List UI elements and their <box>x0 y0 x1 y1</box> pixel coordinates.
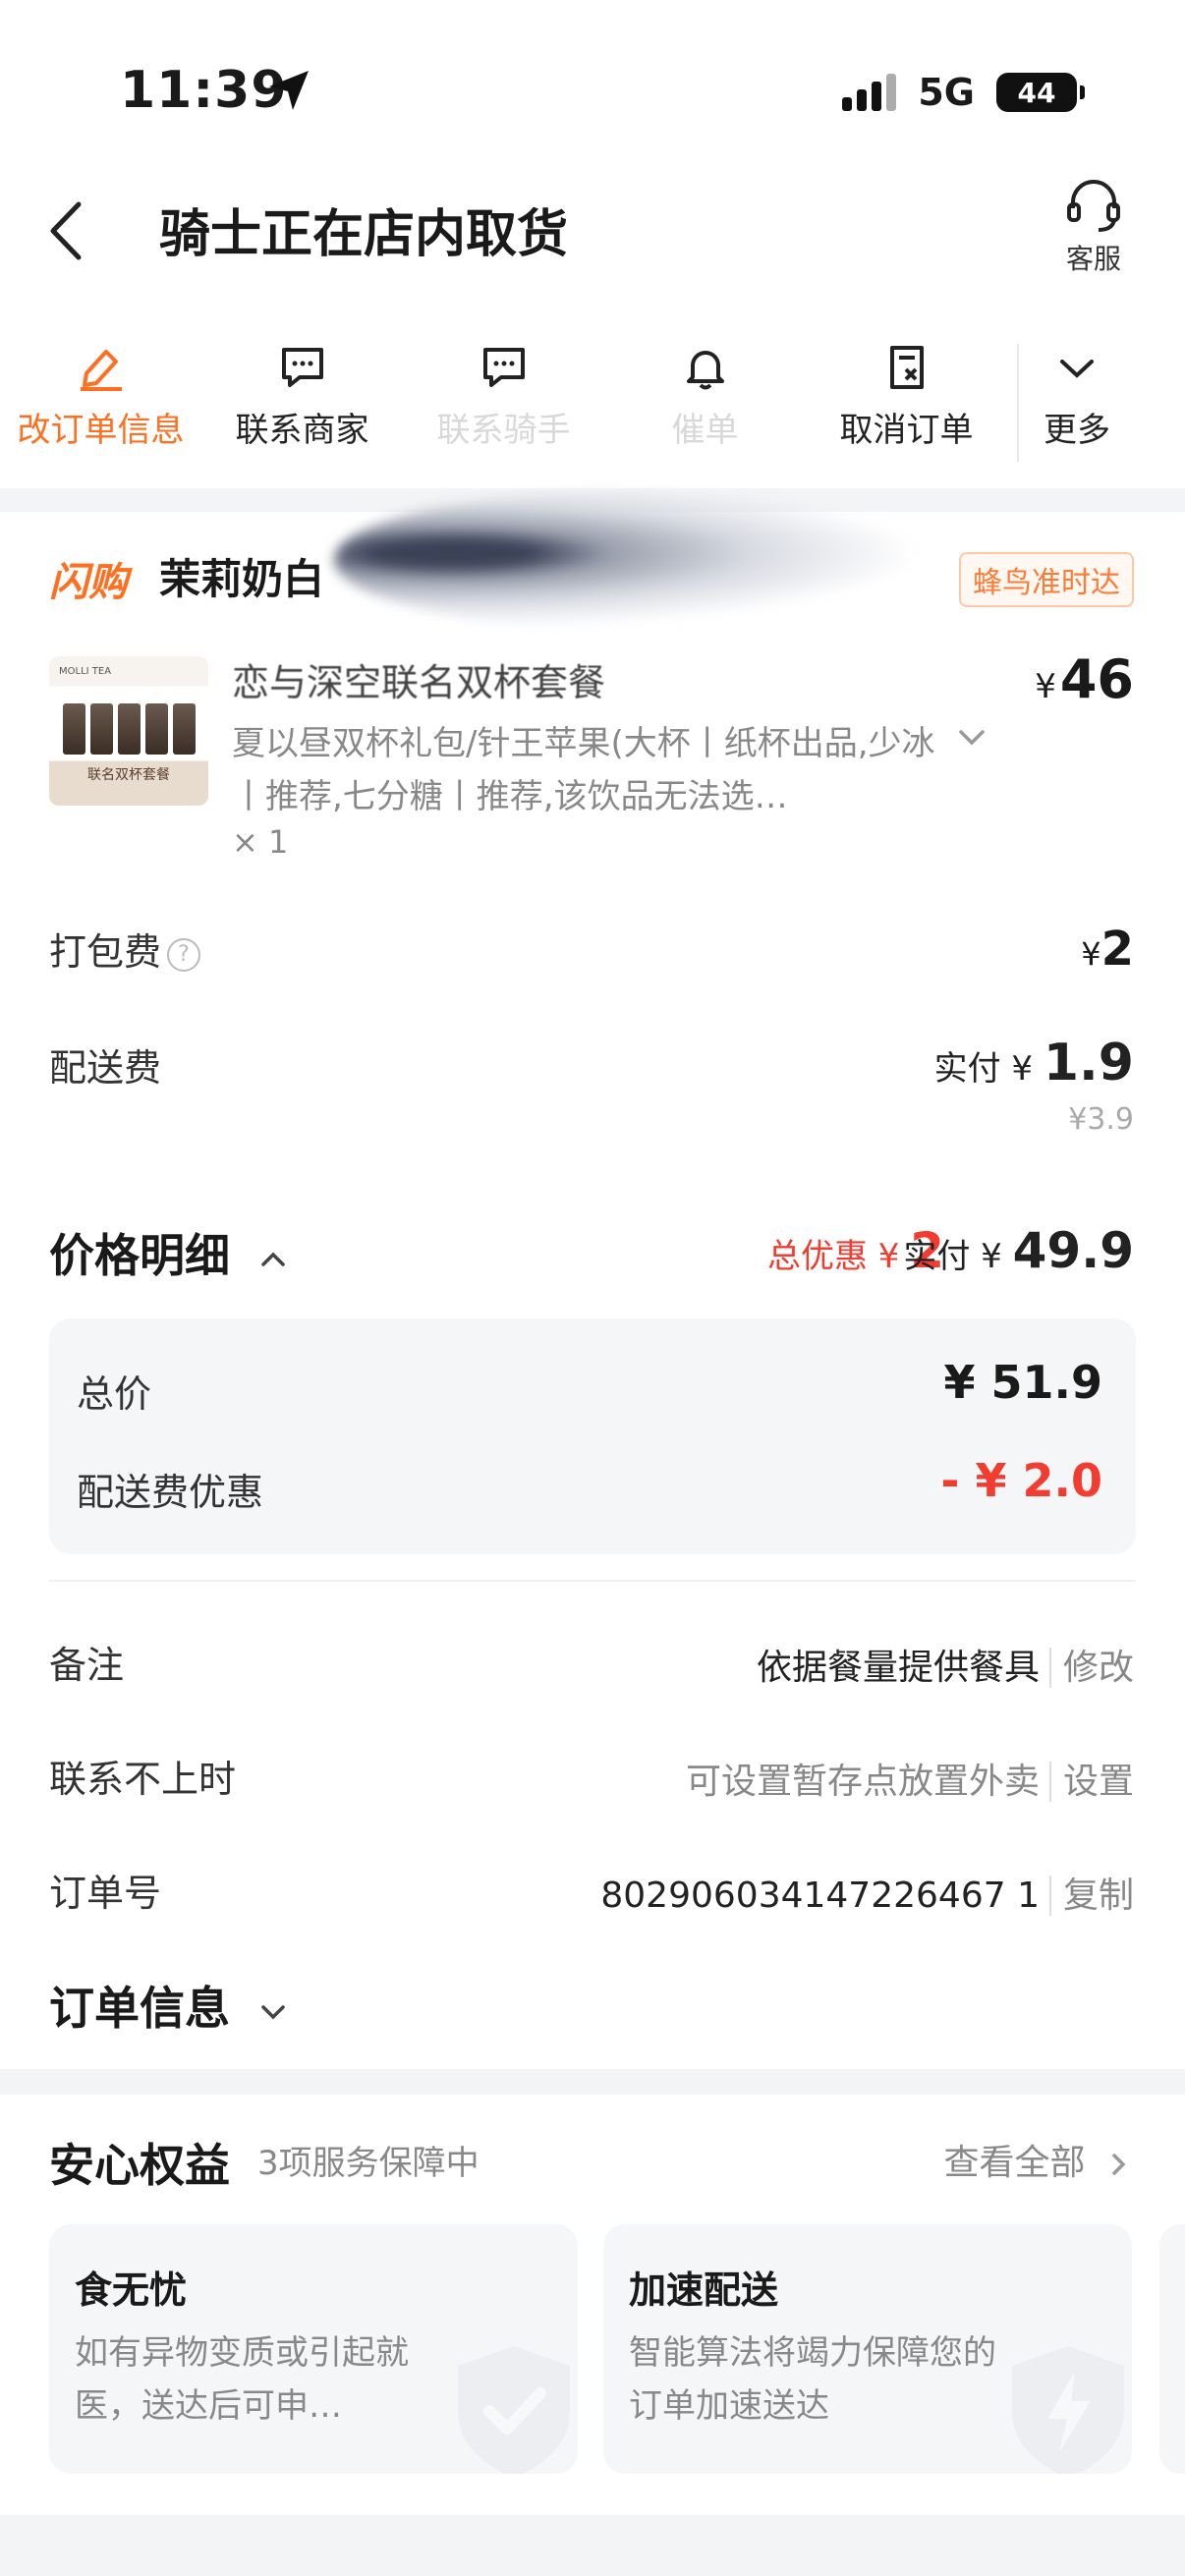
edit-note-link[interactable]: 修改 <box>1048 1648 1134 1688</box>
price-breakdown-panel <box>49 1318 1136 1554</box>
order-action-bar: 改订单信息 联系商家 联系骑手 催单 取消订单 更多 <box>0 344 1185 462</box>
guarantee-title: 安心权益 <box>49 2139 230 2192</box>
product-spec: 夏以昼双杯礼包/针王苹果(大杯丨纸杯出品,少冰丨推荐,七分糖丨推荐,该饮品无法选… <box>232 724 935 816</box>
network-type: 5G <box>918 71 975 114</box>
order-info-toggle[interactable]: 订单信息 <box>49 1973 293 2038</box>
contact-merchant-button[interactable]: 联系商家 <box>201 344 403 462</box>
product-price-value: 46 <box>1059 648 1134 710</box>
order-number-row-value: 802906034147226467 1 复制 <box>600 1867 1134 1918</box>
delivery-discount-label: 配送费优惠 <box>77 1471 264 1514</box>
guarantee-card-desc: 如有异物变质或引起就医，送达后可申… <box>75 2333 409 2426</box>
delivery-discount-value: - ¥ 2.0 <box>940 1454 1102 1507</box>
back-arrow-icon[interactable] <box>41 196 100 265</box>
headset-icon <box>1067 180 1120 232</box>
contact-merchant-label: 联系商家 <box>235 411 369 450</box>
order-number-value: 802906034147226467 1 <box>600 1876 1040 1916</box>
guarantee-subtitle: 3项服务保障中 <box>257 2144 480 2183</box>
more-button[interactable]: 更多 <box>1017 344 1135 462</box>
unreachable-row-value: 可设置暂存点放置外卖 设置 <box>686 1753 1134 1804</box>
chat-icon <box>281 348 323 387</box>
expand-spec-icon[interactable] <box>955 723 988 753</box>
total-price-value: ¥ 51.9 <box>943 1356 1102 1409</box>
urge-order-label: 催单 <box>671 411 739 450</box>
total-discount-label: 总优惠 <box>766 1237 868 1276</box>
chat-icon <box>482 348 525 387</box>
delivery-paid-prefix: 实付 <box>933 1049 1001 1089</box>
chevron-right-icon <box>1112 2154 1126 2175</box>
total-paid-label: 实付 <box>903 1237 971 1276</box>
battery-icon: 44 <box>996 73 1085 112</box>
note-label: 备注 <box>49 1644 125 1687</box>
guarantee-card-title: 食无忧 <box>75 2268 188 2312</box>
page-title: 骑士正在店内取货 <box>159 205 569 264</box>
product-quantity: × 1 <box>232 823 289 861</box>
unreachable-value: 可设置暂存点放置外卖 <box>685 1762 1040 1802</box>
edit-icon <box>80 350 122 391</box>
guarantee-card-peek[interactable] <box>1159 2224 1185 2474</box>
signal-icon <box>842 74 897 111</box>
customer-service-label: 客服 <box>1065 243 1121 275</box>
order-info-title: 订单信息 <box>49 1982 230 2035</box>
chevron-down-icon <box>261 2004 285 2019</box>
unreachable-label: 联系不上时 <box>49 1758 237 1801</box>
packing-fee-amount: 2 <box>1100 922 1134 977</box>
shield-check-icon <box>458 2346 570 2474</box>
cups-image <box>63 703 196 755</box>
cancel-order-button[interactable]: 取消订单 <box>806 344 1007 462</box>
cancel-order-label: 取消订单 <box>839 411 974 450</box>
guarantee-card-speed[interactable]: 加速配送 智能算法将竭力保障您的订单加速送达 <box>603 2224 1132 2474</box>
more-label: 更多 <box>1044 411 1110 450</box>
note-value: 依据餐量提供餐具 <box>756 1648 1040 1688</box>
guarantee-card-food[interactable]: 食无忧 如有异物变质或引起就医，送达后可申… <box>49 2224 578 2474</box>
price-detail-toggle[interactable]: 价格明细 <box>49 1220 293 1285</box>
contact-rider-label: 联系骑手 <box>436 411 571 450</box>
shangou-brand-logo: 闪购 <box>49 560 128 605</box>
packing-fee-value: ¥2 <box>1081 922 1134 977</box>
total-price-label: 总价 <box>77 1372 152 1416</box>
thumb-caption: 联名双杯套餐 <box>87 767 170 783</box>
bell-icon <box>686 351 724 390</box>
product-price: ¥46 <box>1035 648 1134 710</box>
ontime-badge: 蜂鸟准时达 <box>959 552 1134 607</box>
set-dropoff-link[interactable]: 设置 <box>1048 1762 1134 1802</box>
delivery-fee-label: 配送费 <box>49 1046 162 1090</box>
edit-order-button[interactable]: 改订单信息 <box>0 344 201 462</box>
redaction-scribble <box>334 491 924 629</box>
section-divider <box>0 2069 1185 2095</box>
see-all-link[interactable]: 查看全部 <box>944 2134 1134 2185</box>
cancel-doc-icon <box>889 346 924 389</box>
contact-rider-button[interactable]: 联系骑手 <box>403 344 604 462</box>
status-indicators: 5G 44 <box>842 71 1085 114</box>
lightning-shield-icon <box>1012 2346 1124 2474</box>
delivery-original-price: ¥3.9 <box>1068 1102 1134 1137</box>
total-paid-amount: 49.9 <box>1012 1222 1134 1279</box>
see-all-label: 查看全部 <box>943 2143 1086 2183</box>
delivery-paid-amount: 1.9 <box>1043 1034 1134 1092</box>
guarantee-card-title: 加速配送 <box>629 2268 779 2312</box>
price-detail-title: 价格明细 <box>49 1229 230 1282</box>
thumb-logo: MOLLI TEA <box>59 666 112 677</box>
copy-order-number-link[interactable]: 复制 <box>1048 1876 1134 1916</box>
chevron-up-icon <box>261 1252 285 1266</box>
customer-service-button[interactable]: 客服 <box>1049 177 1138 277</box>
location-arrow-icon <box>269 71 309 110</box>
delivery-fee-value: 实付 ¥ 1.9 <box>933 1034 1134 1092</box>
divider <box>49 1580 1136 1582</box>
bottom-divider <box>0 2515 1185 2576</box>
product-thumbnail[interactable]: MOLLI TEA 联名双杯套餐 <box>49 656 208 806</box>
edit-order-label: 改订单信息 <box>17 411 185 450</box>
help-icon[interactable]: ? <box>167 937 201 972</box>
product-name: 恋与深空联名双杯套餐 <box>232 661 606 704</box>
urge-order-button[interactable]: 催单 <box>604 344 806 462</box>
guarantee-card-desc: 智能算法将竭力保障您的订单加速送达 <box>629 2333 996 2426</box>
status-time: 11:39 <box>120 61 288 120</box>
total-paid: 实付 ¥ 49.9 <box>903 1222 1134 1279</box>
note-row-value: 依据餐量提供餐具 修改 <box>757 1639 1134 1690</box>
shop-name[interactable]: 茉莉奶白 <box>159 546 324 606</box>
order-number-label: 订单号 <box>49 1872 162 1915</box>
packing-fee-label: 打包费 <box>49 930 162 974</box>
currency-symbol: ¥ <box>1035 667 1056 706</box>
packing-fee-row: 打包费? <box>49 922 201 976</box>
chevron-down-icon <box>1060 360 1094 378</box>
